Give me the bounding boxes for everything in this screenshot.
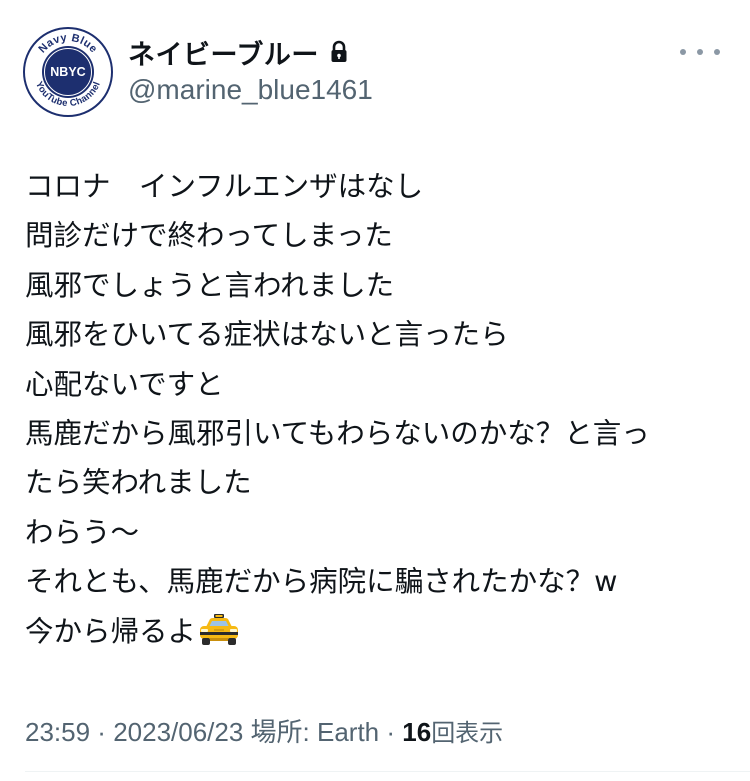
tweet-metadata: 23:59 · 2023/06/23 場所: Earth · 16回表示 [25, 712, 503, 749]
more-options-button[interactable] [680, 40, 720, 64]
tweet-line: コロナ インフルエンザはなし [25, 170, 424, 203]
more-dot-icon [697, 49, 703, 55]
meta-separator: · [379, 717, 403, 747]
tweet-text: コロナ インフルエンザはなし 問診だけで終わってしまった 風邪でしょうと言われま… [25, 162, 732, 656]
tweet-line: 心配ないですと [25, 367, 224, 401]
tweet-time[interactable]: 23:59 [25, 717, 90, 747]
tweet-line: それとも、馬鹿だから病院に騙されたかな？w [25, 565, 618, 599]
views-label: 回表示 [431, 719, 504, 747]
user-names: ネイビーブルー @marine_blue1461 [128, 36, 373, 106]
more-dot-icon [680, 49, 686, 55]
tweet-detail: Navy Blue YouTube Channel NBYC ネイビーブルー @… [0, 0, 750, 781]
lock-icon [329, 40, 349, 64]
tweet-location: 場所: Earth [243, 717, 380, 747]
tweet-line: 風邪をひいてる症状はないと言ったら [25, 318, 509, 352]
avatar-logo-icon: Navy Blue YouTube Channel NBYC [23, 27, 113, 117]
tweet-line: 問診だけで終わってしまった [25, 219, 393, 253]
display-name[interactable]: ネイビーブルー [128, 33, 319, 72]
tweet-last-line: 今から帰るよ [25, 607, 732, 656]
more-dot-icon [714, 49, 720, 55]
display-name-row: ネイビーブルー [128, 36, 373, 71]
tweet-line-text: 今から帰るよ [25, 614, 197, 648]
meta-separator: · [90, 717, 114, 747]
tweet-line: わらう〜 [25, 515, 140, 549]
tweet-date[interactable]: 2023/06/23 [113, 717, 243, 747]
divider [25, 771, 750, 772]
views-count[interactable]: 16 [402, 717, 431, 747]
tweet-line: たら笑われました [25, 466, 252, 500]
tweet-header: Navy Blue YouTube Channel NBYC ネイビーブルー @… [22, 26, 728, 118]
avatar-text-center: NBYC [50, 65, 85, 79]
tweet-line: 馬鹿だから風邪引いてもわらないのかな？と言っ [25, 417, 650, 451]
tweet-line: 風邪でしょうと言われました [25, 268, 395, 302]
user-handle[interactable]: @marine_blue1461 [128, 74, 373, 106]
taxi-icon [198, 613, 240, 647]
avatar[interactable]: Navy Blue YouTube Channel NBYC [22, 26, 114, 118]
